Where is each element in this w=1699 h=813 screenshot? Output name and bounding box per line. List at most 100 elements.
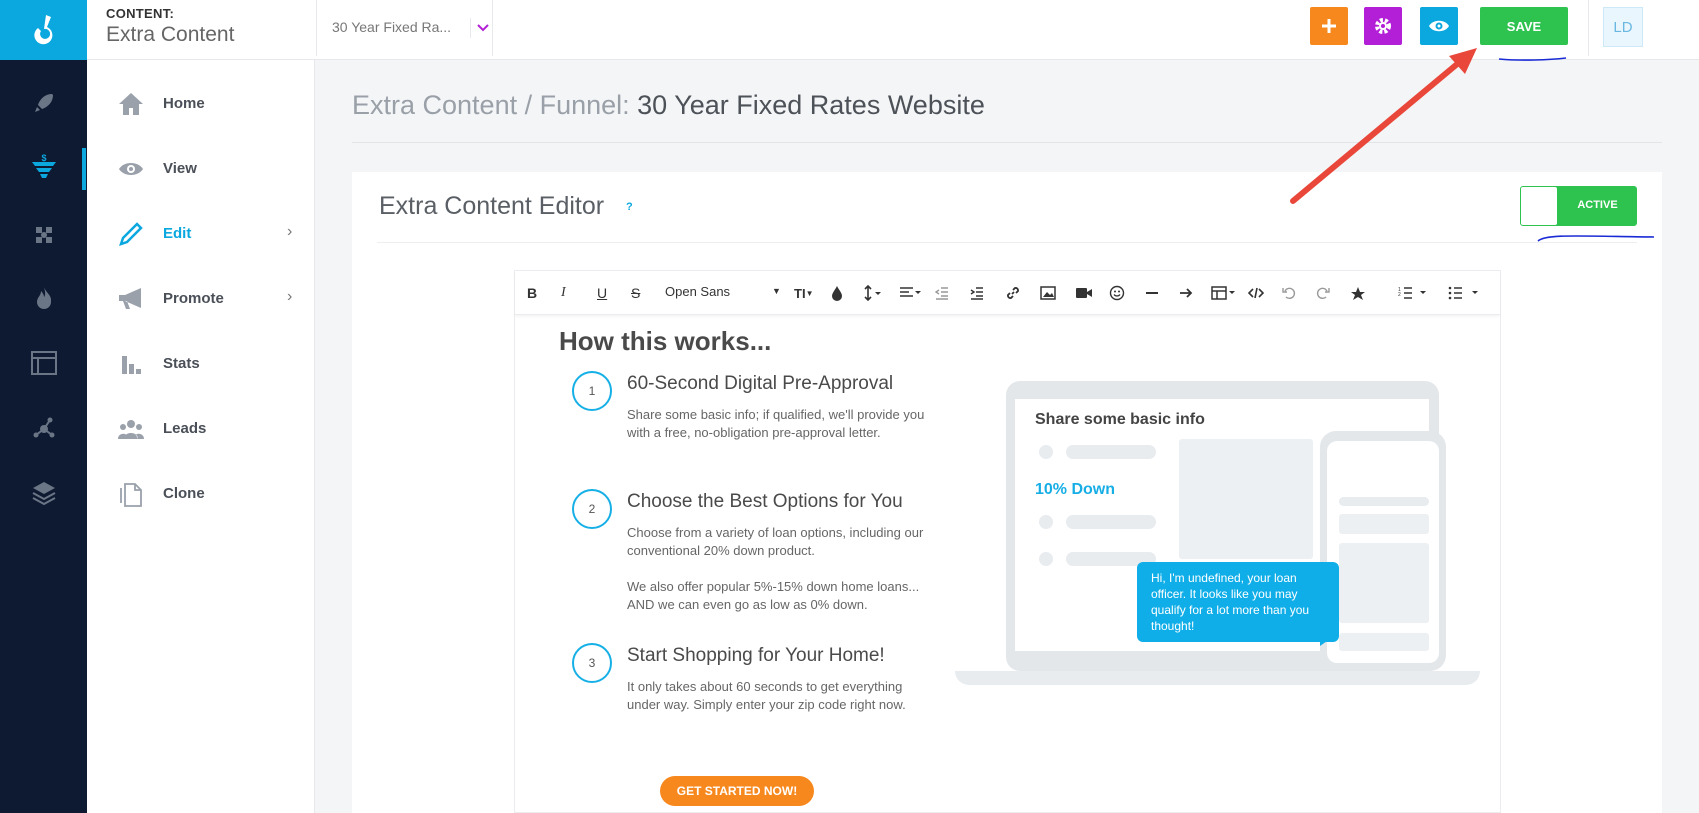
chevron-down-icon[interactable]: ▼ — [772, 286, 781, 296]
divider — [1588, 0, 1589, 56]
chat-bubble: Hi, I'm undefined, your loan officer. It… — [1137, 562, 1339, 642]
link-icon[interactable] — [1005, 284, 1021, 302]
active-toggle[interactable]: ACTIVE — [1520, 186, 1637, 226]
megaphone-icon — [117, 286, 145, 312]
menu-item-label: Clone — [163, 485, 205, 502]
top-bar: CONTENT: Extra Content 30 Year Fixed Ra.… — [87, 0, 1699, 60]
menu-item-label: Home — [163, 95, 205, 112]
funnel-icon[interactable]: $ — [0, 140, 87, 196]
bullet-list-icon[interactable] — [1448, 284, 1480, 302]
menu-item-edit[interactable]: Edit › — [87, 209, 315, 259]
add-button[interactable] — [1310, 7, 1348, 45]
undo-icon[interactable] — [1282, 284, 1296, 302]
page-title-name: 30 Year Fixed Rates Website — [637, 90, 985, 120]
placeholder-dot — [1039, 445, 1053, 459]
step-title: 60-Second Digital Pre-Approval — [627, 373, 894, 394]
down-payment-label: 10% Down — [1035, 481, 1116, 498]
preview-button[interactable] — [1420, 7, 1458, 45]
menu-item-label: Leads — [163, 420, 207, 437]
fire-icon[interactable] — [0, 270, 87, 326]
underline-icon[interactable]: U — [597, 284, 607, 302]
image-icon[interactable] — [1040, 284, 1056, 302]
rocket-icon[interactable] — [0, 75, 87, 131]
logo-icon[interactable] — [0, 0, 87, 60]
network-icon[interactable] — [0, 400, 87, 456]
horizontal-line-icon[interactable] — [1145, 284, 1159, 302]
rich-text-editor[interactable]: B I U S Open Sans ▼ TI ▼ 12 How this work… — [514, 270, 1501, 813]
menu-item-label: Edit — [163, 225, 192, 242]
ordered-list-icon[interactable]: 12 — [1398, 284, 1428, 302]
menu-item-promote[interactable]: Promote › — [87, 274, 315, 324]
menu-item-clone[interactable]: Clone — [87, 469, 315, 519]
step-text: It only takes about 60 seconds to get ev… — [627, 679, 906, 712]
outdent-icon[interactable] — [935, 284, 949, 302]
get-started-button[interactable]: GET STARTED NOW! — [660, 776, 814, 806]
funnel-select-value: 30 Year Fixed Ra... — [332, 19, 452, 35]
card-title: Extra Content Editor — [379, 192, 605, 220]
chevron-right-icon: › — [287, 223, 293, 240]
indent-icon[interactable] — [970, 284, 984, 302]
toggle-knob — [1521, 187, 1557, 225]
save-button[interactable]: SAVE — [1480, 7, 1568, 45]
placeholder-bar — [1066, 515, 1156, 529]
video-icon[interactable] — [1075, 284, 1093, 302]
arrow-right-icon[interactable] — [1179, 284, 1193, 302]
code-icon[interactable] — [1248, 284, 1264, 302]
placeholder-block — [1339, 633, 1429, 651]
table-icon[interactable] — [1211, 284, 1237, 302]
emoji-icon[interactable] — [1109, 284, 1125, 302]
eye-icon — [1429, 20, 1449, 32]
icon-rail: $ — [0, 0, 87, 813]
puzzle-icon[interactable] — [0, 207, 87, 263]
bar-chart-icon — [117, 351, 145, 377]
color-drop-icon[interactable] — [831, 284, 843, 302]
italic-icon[interactable]: I — [561, 284, 566, 302]
avatar[interactable]: LD — [1603, 7, 1643, 47]
copy-icon — [117, 481, 145, 507]
funnel-select[interactable]: 30 Year Fixed Ra... — [316, 0, 493, 56]
step-title: Start Shopping for Your Home! — [627, 645, 885, 666]
menu-item-stats[interactable]: Stats — [87, 339, 315, 389]
menu-item-view[interactable]: View — [87, 144, 315, 194]
line-height-icon[interactable] — [863, 284, 883, 302]
illustration-title: Share some basic info — [1035, 411, 1205, 428]
menu-item-label: View — [163, 160, 197, 177]
chevron-down-icon[interactable] — [470, 18, 494, 38]
menu-item-label: Stats — [163, 355, 200, 372]
people-icon — [117, 416, 145, 442]
svg-text:2: 2 — [1398, 292, 1401, 298]
settings-button[interactable] — [1364, 7, 1402, 45]
placeholder-block — [1339, 543, 1429, 623]
step-text: We also offer popular 5%-15% down home l… — [627, 579, 920, 612]
toggle-label: ACTIVE — [1577, 199, 1618, 211]
font-family-select[interactable]: Open Sans — [665, 284, 730, 299]
pencil-icon — [117, 221, 145, 247]
page-title: Extra Content / Funnel: 30 Year Fixed Ra… — [352, 90, 985, 121]
menu-item-home[interactable]: Home — [87, 79, 315, 129]
step-text: Share some basic info; if qualified, we'… — [627, 407, 925, 440]
menu-item-label: Promote — [163, 290, 224, 307]
star-icon[interactable] — [1350, 284, 1366, 302]
placeholder-block — [1339, 514, 1429, 534]
align-icon[interactable] — [899, 284, 923, 302]
step-number: 3 — [572, 643, 612, 683]
strikethrough-icon[interactable]: S — [631, 284, 640, 302]
font-size-icon[interactable]: TI ▼ — [794, 284, 813, 302]
layers-icon[interactable] — [0, 465, 87, 521]
placeholder-bar — [1066, 445, 1156, 459]
step-number: 2 — [572, 489, 612, 529]
redo-icon[interactable] — [1316, 284, 1330, 302]
bold-icon[interactable]: B — [527, 284, 537, 302]
placeholder-dot — [1039, 515, 1053, 529]
menu-item-leads[interactable]: Leads — [87, 404, 315, 454]
help-icon[interactable]: ? — [626, 201, 633, 213]
placeholder-dot — [1039, 552, 1053, 566]
page-title-prefix: Extra Content / Funnel: — [352, 90, 638, 120]
gear-icon — [1375, 18, 1391, 34]
browser-icon[interactable] — [0, 335, 87, 391]
chat-bubble-tail — [1320, 636, 1334, 646]
eye-icon — [117, 156, 145, 182]
laptop-base — [955, 671, 1480, 685]
step-text: Choose from a variety of loan options, i… — [627, 525, 924, 558]
editor-toolbar: B I U S Open Sans ▼ TI ▼ 12 — [515, 271, 1500, 315]
